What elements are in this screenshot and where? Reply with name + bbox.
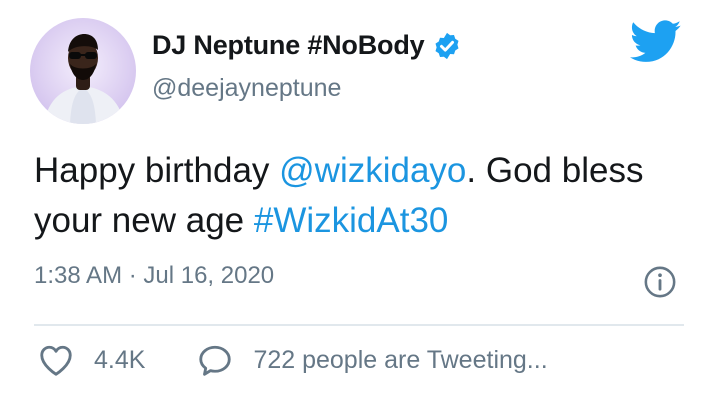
author-display-name[interactable]: DJ Neptune #NoBody	[152, 30, 425, 61]
name-row: DJ Neptune #NoBody	[152, 30, 462, 61]
mention-link[interactable]: @wizkidayo	[279, 151, 466, 190]
like-count: 4.4K	[94, 345, 146, 374]
like-button[interactable]: 4.4K	[38, 343, 145, 377]
tweeting-count: 722 people are Tweeting...	[253, 345, 548, 374]
hashtag-link[interactable]: #WizkidAt30	[254, 201, 449, 240]
tweet-actions: 4.4K 722 people are Tweeting...	[38, 343, 548, 377]
avatar[interactable]	[30, 18, 136, 124]
info-icon[interactable]	[643, 265, 677, 299]
tweet-card: DJ Neptune #NoBody @deejayneptune Happy …	[0, 0, 720, 402]
speech-bubble-icon	[199, 345, 232, 376]
tweet-text-part1: Happy birthday	[34, 151, 280, 190]
twitter-bird-icon[interactable]	[630, 20, 682, 64]
divider	[34, 324, 684, 326]
tweeting-button[interactable]: 722 people are Tweeting...	[197, 343, 548, 377]
tweet-timestamp[interactable]: 1:38 AM · Jul 16, 2020	[34, 262, 274, 290]
author-handle[interactable]: @deejayneptune	[152, 74, 341, 103]
tweet-text: Happy birthday @wizkidayo. God bless you…	[34, 146, 684, 246]
verified-badge-icon	[435, 32, 459, 59]
heart-icon	[40, 345, 72, 376]
